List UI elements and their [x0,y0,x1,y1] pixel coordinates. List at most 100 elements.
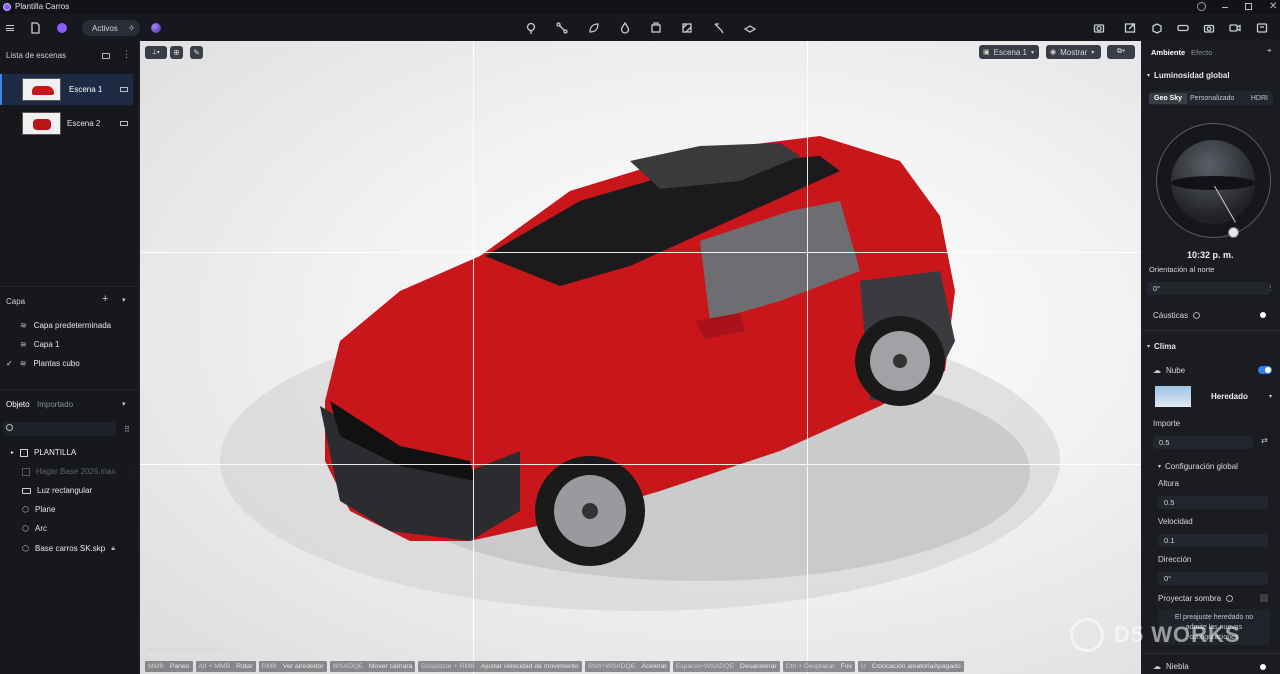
render-icon[interactable] [1092,21,1106,35]
speed-input[interactable]: 0.1 [1158,534,1268,547]
pencil-button[interactable]: ✎ [190,46,203,59]
pin-icon[interactable]: ⌖ [1267,46,1272,56]
tree-item[interactable]: Luz rectangular [22,486,92,495]
layer-item[interactable]: ≋ Capa predeterminada [20,321,111,330]
brush-icon[interactable] [712,21,726,35]
north-more-icon[interactable]: ⋮ [1267,284,1274,292]
tab-object[interactable]: Objeto [6,400,30,409]
section-title: Clima [1154,342,1176,351]
gizmo-mode-button[interactable]: ⟂▾ [145,46,167,59]
grid-view-icon[interactable]: ⠿ [124,425,130,434]
info-icon [1226,595,1234,602]
amount-input[interactable]: 0.5 [1153,436,1253,449]
layer-item[interactable]: ✓ ≋ Plantas cubo [6,359,80,368]
box-icon[interactable] [649,21,663,35]
tree-label: Arc [34,524,47,533]
north-input[interactable]: 0° [1147,282,1270,295]
scene-item-1[interactable]: Escena 1 [0,74,133,105]
scene-select-label: Escena 1 [993,47,1027,57]
cloud-preset-thumbnail [1155,385,1191,407]
cloud-preset-select[interactable]: Heredado ▾ [1155,385,1272,407]
export-icon[interactable] [1123,21,1137,35]
camera-settings-button[interactable]: ⧉▾ [1107,45,1135,59]
hint-item: WSADQE Mover cámara [329,661,416,672]
tab-custom[interactable]: Personalizado [1187,95,1237,102]
ai-icon[interactable] [57,23,67,33]
object-search-input[interactable] [3,422,116,436]
tree-item-group[interactable]: ▸ PLANTILLA [11,448,76,457]
sun-handle-icon[interactable] [1228,227,1239,238]
section-global-light[interactable]: ▾ Luminosidad global [1147,71,1230,80]
scene-list-title: Lista de escenas [6,51,67,60]
tab-hdri[interactable]: HDRI [1251,95,1268,102]
terrain-icon[interactable] [743,21,757,35]
more-icon[interactable]: ⋮ [122,49,131,60]
watermark-text: D5 WORKS [1114,622,1241,647]
drop-icon[interactable] [618,21,632,35]
tab-imported[interactable]: Importado [37,400,73,409]
path-icon[interactable] [555,21,569,35]
shortcut-hints: MMB Paneo Alt + MMB Rotar RMB Ver alrededor… [145,661,964,672]
maximize-icon[interactable] [1245,3,1252,10]
eye-icon: ◉ [1050,49,1057,56]
add-layer-icon[interactable]: + [102,293,108,305]
camera-icon [120,87,128,92]
package-icon[interactable] [1150,21,1164,35]
new-file-icon[interactable] [28,21,42,35]
tree-label: Luz rectangular [37,486,93,495]
fog-row: ☁︎ Niebla [1153,662,1189,671]
menu-icon[interactable] [6,25,14,31]
tree-item[interactable]: ⬡ Arc [22,524,47,533]
filter-icon[interactable]: ▾ [122,400,126,408]
scene-item-2[interactable]: Escena 2 [0,108,133,139]
height-input[interactable]: 0.5 [1158,496,1268,509]
gallery-icon[interactable] [1255,21,1269,35]
texture-icon[interactable] [680,21,694,35]
sphere-icon[interactable] [151,23,161,33]
tree-item[interactable]: Hagar Base 2026.max ◌ [22,467,134,476]
assets-button[interactable]: Activos ✧ [82,20,140,36]
tab-ambient[interactable]: Ambiente [1151,48,1185,57]
camera-icon [120,121,128,126]
cloud-toggle[interactable] [1258,366,1272,374]
leaf-icon[interactable] [587,21,601,35]
video-icon[interactable] [1228,21,1242,35]
left-panel: Lista de escenas ⋮ Escena 1 Escena 2 Cap… [0,41,140,674]
time-readout: 10:32 p. m. [1187,250,1234,260]
tree-item[interactable]: ⬡ Plane [22,505,55,514]
close-icon[interactable]: ✕ [1269,1,1277,12]
tab-effect[interactable]: Efecto [1191,48,1212,57]
hidden-icon[interactable]: ◌ [130,468,134,475]
tab-geo-sky[interactable]: Geo Sky [1149,92,1188,104]
lock-icon[interactable]: 🔒︎ [111,545,115,553]
section-climate[interactable]: ▾ Clima [1147,342,1176,351]
hint-item: U Colocación aleatoriaApagado [857,661,964,672]
camera-icon[interactable] [1202,21,1216,35]
hint-item: Alt + MMB Rotar [195,661,256,672]
direction-input[interactable]: 0° [1158,572,1268,585]
vr-icon[interactable] [1176,21,1190,35]
tree-item[interactable]: ⬡ Base carros SK.skp 🔒︎ [22,544,115,553]
sun-dial[interactable] [1156,123,1271,238]
fog-label: Niebla [1166,662,1189,671]
globe-button[interactable]: ⊕ [170,46,183,59]
fog-switch[interactable] [1260,664,1266,670]
light-bulb-icon[interactable] [524,21,538,35]
viewport-3d[interactable]: ⟂▾ ⊕ ✎ ▣ Escena 1 ▾ ◉ Mostrar ▾ ⧉▾ Veloc… [140,41,1141,674]
layer-title: Capa [6,297,26,306]
layer-item[interactable]: ≋ Capa 1 [20,340,60,349]
collapse-icon[interactable]: ▾ [122,296,126,304]
help-icon[interactable] [1197,2,1206,11]
shadow-checkbox[interactable] [1260,594,1268,602]
hint-item: Shift+WSADQE Acelerar [584,661,670,672]
show-menu-button[interactable]: ◉ Mostrar ▾ [1046,45,1101,59]
scene-view-icon[interactable] [102,53,110,59]
tree-label: Base carros SK.skp [34,544,106,553]
adjust-icon[interactable]: ⇄ [1261,436,1268,445]
scene-select[interactable]: ▣ Escena 1 ▾ [979,45,1039,59]
minimize-icon[interactable] [1222,7,1228,8]
caustics-switch[interactable] [1260,312,1266,318]
chevron-down-icon: ▾ [1268,393,1272,400]
section-global-config[interactable]: ▾ Configuración global [1158,462,1238,471]
title-bar: Plantilla Carros ✕ [0,0,1280,14]
